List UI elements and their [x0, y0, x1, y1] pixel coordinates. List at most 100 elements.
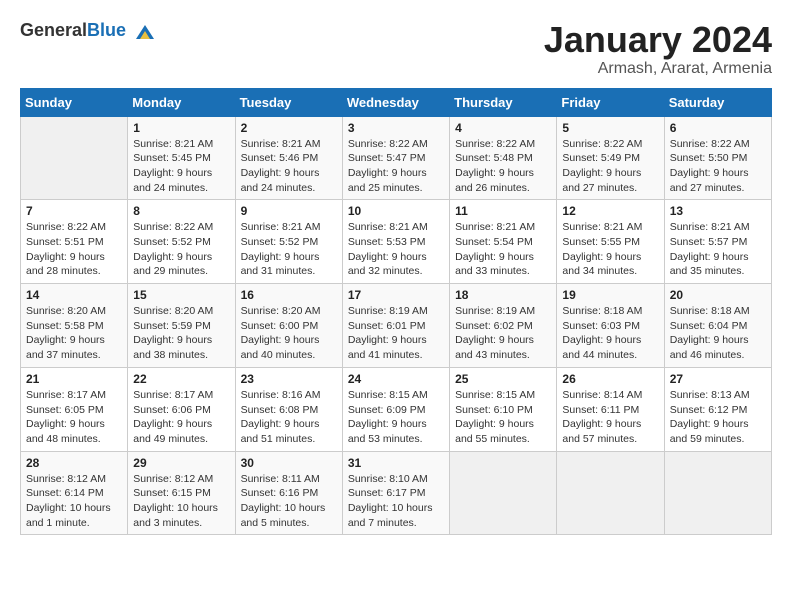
- logo-general: General: [20, 20, 87, 40]
- calendar-cell: 1 Sunrise: 8:21 AMSunset: 5:45 PMDaylight…: [128, 116, 235, 200]
- day-info: Sunrise: 8:17 AMSunset: 6:06 PMDaylight:…: [133, 388, 229, 447]
- calendar-week-row: 14 Sunrise: 8:20 AMSunset: 5:58 PMDayligh…: [21, 284, 772, 368]
- calendar-cell: 11 Sunrise: 8:21 AMSunset: 5:54 PMDayligh…: [450, 200, 557, 284]
- day-number: 18: [455, 288, 551, 302]
- calendar-cell: [450, 451, 557, 535]
- day-info: Sunrise: 8:20 AMSunset: 6:00 PMDaylight:…: [241, 304, 337, 363]
- day-info: Sunrise: 8:15 AMSunset: 6:10 PMDaylight:…: [455, 388, 551, 447]
- day-info: Sunrise: 8:21 AMSunset: 5:54 PMDaylight:…: [455, 220, 551, 279]
- day-info: Sunrise: 8:10 AMSunset: 6:17 PMDaylight:…: [348, 472, 444, 531]
- calendar-cell: [21, 116, 128, 200]
- day-info: Sunrise: 8:11 AMSunset: 6:16 PMDaylight:…: [241, 472, 337, 531]
- calendar-cell: 21Sunrise: 8:17 AMSunset: 6:05 PMDayligh…: [21, 367, 128, 451]
- day-number: 11: [455, 204, 551, 218]
- day-number: 5: [562, 121, 658, 135]
- calendar-cell: 5 Sunrise: 8:22 AMSunset: 5:49 PMDaylight…: [557, 116, 664, 200]
- calendar-week-row: 1 Sunrise: 8:21 AMSunset: 5:45 PMDaylight…: [21, 116, 772, 200]
- day-info: Sunrise: 8:21 AMSunset: 5:57 PMDaylight:…: [670, 220, 766, 279]
- page-header: GeneralBlue January 2024 Armash, Ararat,…: [20, 20, 772, 78]
- calendar-cell: 8 Sunrise: 8:22 AMSunset: 5:52 PMDaylight…: [128, 200, 235, 284]
- location-title: Armash, Ararat, Armenia: [544, 60, 772, 78]
- calendar-cell: 20 Sunrise: 8:18 AMSunset: 6:04 PMDayligh…: [664, 284, 771, 368]
- day-number: 1: [133, 121, 229, 135]
- calendar-cell: 30 Sunrise: 8:11 AMSunset: 6:16 PMDayligh…: [235, 451, 342, 535]
- day-info: Sunrise: 8:22 AMSunset: 5:52 PMDaylight:…: [133, 220, 229, 279]
- calendar-cell: 2 Sunrise: 8:21 AMSunset: 5:46 PMDaylight…: [235, 116, 342, 200]
- day-info: Sunrise: 8:22 AMSunset: 5:47 PMDaylight:…: [348, 137, 444, 196]
- calendar-cell: [557, 451, 664, 535]
- day-info: Sunrise: 8:15 AMSunset: 6:09 PMDaylight:…: [348, 388, 444, 447]
- calendar-cell: 28 Sunrise: 8:12 AMSunset: 6:14 PMDayligh…: [21, 451, 128, 535]
- calendar-cell: 27 Sunrise: 8:13 AMSunset: 6:12 PMDayligh…: [664, 367, 771, 451]
- day-info: Sunrise: 8:21 AMSunset: 5:45 PMDaylight:…: [133, 137, 229, 196]
- day-number: 24: [348, 372, 444, 386]
- day-info: Sunrise: 8:12 AMSunset: 6:15 PMDaylight:…: [133, 472, 229, 531]
- calendar-cell: 6 Sunrise: 8:22 AMSunset: 5:50 PMDaylight…: [664, 116, 771, 200]
- day-number: 12: [562, 204, 658, 218]
- calendar-week-row: 7 Sunrise: 8:22 AMSunset: 5:51 PMDaylight…: [21, 200, 772, 284]
- calendar-cell: 26 Sunrise: 8:14 AMSunset: 6:11 PMDayligh…: [557, 367, 664, 451]
- weekday-header: Wednesday: [342, 88, 449, 116]
- day-number: 9: [241, 204, 337, 218]
- day-info: Sunrise: 8:22 AMSunset: 5:51 PMDaylight:…: [26, 220, 122, 279]
- weekday-header: Monday: [128, 88, 235, 116]
- calendar-cell: 24 Sunrise: 8:15 AMSunset: 6:09 PMDayligh…: [342, 367, 449, 451]
- day-number: 25: [455, 372, 551, 386]
- day-number: 23: [241, 372, 337, 386]
- day-info: Sunrise: 8:18 AMSunset: 6:04 PMDaylight:…: [670, 304, 766, 363]
- day-number: 13: [670, 204, 766, 218]
- day-info: Sunrise: 8:20 AMSunset: 5:58 PMDaylight:…: [26, 304, 122, 363]
- day-info: Sunrise: 8:22 AMSunset: 5:49 PMDaylight:…: [562, 137, 658, 196]
- day-number: 27: [670, 372, 766, 386]
- day-info: Sunrise: 8:22 AMSunset: 5:50 PMDaylight:…: [670, 137, 766, 196]
- day-number: 21: [26, 372, 122, 386]
- calendar-cell: 15Sunrise: 8:20 AMSunset: 5:59 PMDayligh…: [128, 284, 235, 368]
- calendar-cell: 7 Sunrise: 8:22 AMSunset: 5:51 PMDaylight…: [21, 200, 128, 284]
- logo-blue: Blue: [87, 20, 126, 40]
- day-number: 7: [26, 204, 122, 218]
- day-number: 20: [670, 288, 766, 302]
- day-number: 26: [562, 372, 658, 386]
- month-title: January 2024: [544, 20, 772, 60]
- calendar-cell: 29 Sunrise: 8:12 AMSunset: 6:15 PMDayligh…: [128, 451, 235, 535]
- day-number: 14: [26, 288, 122, 302]
- day-number: 16: [241, 288, 337, 302]
- day-info: Sunrise: 8:16 AMSunset: 6:08 PMDaylight:…: [241, 388, 337, 447]
- calendar-cell: 23 Sunrise: 8:16 AMSunset: 6:08 PMDayligh…: [235, 367, 342, 451]
- weekday-header: Thursday: [450, 88, 557, 116]
- day-number: 17: [348, 288, 444, 302]
- calendar-cell: 18Sunrise: 8:19 AMSunset: 6:02 PMDayligh…: [450, 284, 557, 368]
- day-number: 28: [26, 456, 122, 470]
- weekday-header: Friday: [557, 88, 664, 116]
- day-info: Sunrise: 8:12 AMSunset: 6:14 PMDaylight:…: [26, 472, 122, 531]
- calendar-cell: 17 Sunrise: 8:19 AMSunset: 6:01 PMDayligh…: [342, 284, 449, 368]
- logo: GeneralBlue: [20, 20, 156, 43]
- day-info: Sunrise: 8:19 AMSunset: 6:01 PMDaylight:…: [348, 304, 444, 363]
- calendar-cell: 12Sunrise: 8:21 AMSunset: 5:55 PMDayligh…: [557, 200, 664, 284]
- day-info: Sunrise: 8:22 AMSunset: 5:48 PMDaylight:…: [455, 137, 551, 196]
- day-info: Sunrise: 8:14 AMSunset: 6:11 PMDaylight:…: [562, 388, 658, 447]
- day-info: Sunrise: 8:21 AMSunset: 5:46 PMDaylight:…: [241, 137, 337, 196]
- weekday-header-row: SundayMondayTuesdayWednesdayThursdayFrid…: [21, 88, 772, 116]
- day-number: 8: [133, 204, 229, 218]
- day-number: 19: [562, 288, 658, 302]
- day-info: Sunrise: 8:13 AMSunset: 6:12 PMDaylight:…: [670, 388, 766, 447]
- day-number: 2: [241, 121, 337, 135]
- title-block: January 2024 Armash, Ararat, Armenia: [544, 20, 772, 78]
- calendar-cell: 10Sunrise: 8:21 AMSunset: 5:53 PMDayligh…: [342, 200, 449, 284]
- calendar-cell: 14 Sunrise: 8:20 AMSunset: 5:58 PMDayligh…: [21, 284, 128, 368]
- calendar-table: SundayMondayTuesdayWednesdayThursdayFrid…: [20, 88, 772, 536]
- calendar-week-row: 28 Sunrise: 8:12 AMSunset: 6:14 PMDayligh…: [21, 451, 772, 535]
- day-number: 6: [670, 121, 766, 135]
- day-number: 4: [455, 121, 551, 135]
- day-number: 29: [133, 456, 229, 470]
- day-number: 3: [348, 121, 444, 135]
- calendar-cell: 19Sunrise: 8:18 AMSunset: 6:03 PMDayligh…: [557, 284, 664, 368]
- day-info: Sunrise: 8:21 AMSunset: 5:52 PMDaylight:…: [241, 220, 337, 279]
- day-number: 30: [241, 456, 337, 470]
- calendar-cell: 16 Sunrise: 8:20 AMSunset: 6:00 PMDayligh…: [235, 284, 342, 368]
- calendar-week-row: 21Sunrise: 8:17 AMSunset: 6:05 PMDayligh…: [21, 367, 772, 451]
- day-number: 10: [348, 204, 444, 218]
- weekday-header: Saturday: [664, 88, 771, 116]
- calendar-cell: 13 Sunrise: 8:21 AMSunset: 5:57 PMDayligh…: [664, 200, 771, 284]
